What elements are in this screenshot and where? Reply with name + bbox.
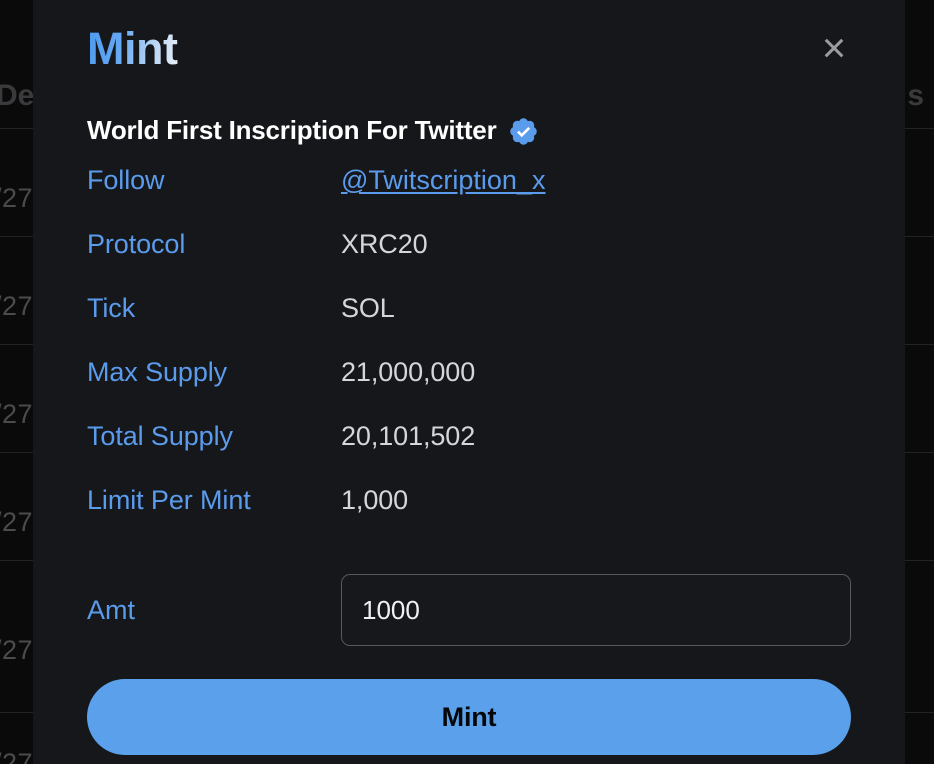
amount-row: Amt xyxy=(87,569,851,651)
info-value: 21,000,000 xyxy=(341,357,476,387)
info-label: Follow xyxy=(87,165,165,195)
mint-modal: Mint × World First Inscription For Twitt… xyxy=(33,0,905,764)
info-value: XRC20 xyxy=(341,229,428,259)
mint-submit-button[interactable]: Mint xyxy=(87,679,851,755)
background-row-date: /27 xyxy=(0,635,34,665)
info-value: 1,000 xyxy=(341,485,409,515)
info-label: Max Supply xyxy=(87,357,228,387)
app-root: Dep s /27 /27 /27 /27 /27 /27 Mint × Wor… xyxy=(0,0,934,764)
info-row-protocol: Protocol XRC20 xyxy=(87,229,851,293)
info-row-tick: Tick SOL xyxy=(87,293,851,357)
modal-title: Mint xyxy=(87,26,183,71)
modal-header: Mint × xyxy=(87,0,851,96)
background-row-date: /27 xyxy=(0,748,34,764)
twitter-handle-link[interactable]: @Twitscription_x xyxy=(341,165,545,196)
info-label: Limit Per Mint xyxy=(87,485,251,515)
modal-subtitle-row: World First Inscription For Twitter xyxy=(87,114,851,147)
info-row-max-supply: Max Supply 21,000,000 xyxy=(87,357,851,421)
amount-label: Amt xyxy=(87,594,136,625)
token-info-list: Follow @Twitscription_x Protocol XRC20 T… xyxy=(87,165,851,549)
close-icon[interactable]: × xyxy=(811,25,857,71)
info-value: SOL xyxy=(341,293,395,323)
background-header-cell-right: s xyxy=(907,79,924,112)
info-row-limit-per-mint: Limit Per Mint 1,000 xyxy=(87,485,851,549)
background-row-date: /27 xyxy=(0,507,34,537)
info-row-follow: Follow @Twitscription_x xyxy=(87,165,851,229)
info-label: Protocol xyxy=(87,229,186,259)
info-label: Tick xyxy=(87,293,136,323)
info-label: Total Supply xyxy=(87,421,233,451)
background-row-date: /27 xyxy=(0,399,34,429)
info-row-total-supply: Total Supply 20,101,502 xyxy=(87,421,851,485)
background-row-date: /27 xyxy=(0,183,34,213)
modal-subtitle: World First Inscription For Twitter xyxy=(87,115,497,145)
verified-badge-icon xyxy=(510,118,538,145)
amount-input[interactable] xyxy=(341,574,851,646)
background-row-date: /27 xyxy=(0,291,34,321)
info-value: 20,101,502 xyxy=(341,421,476,451)
